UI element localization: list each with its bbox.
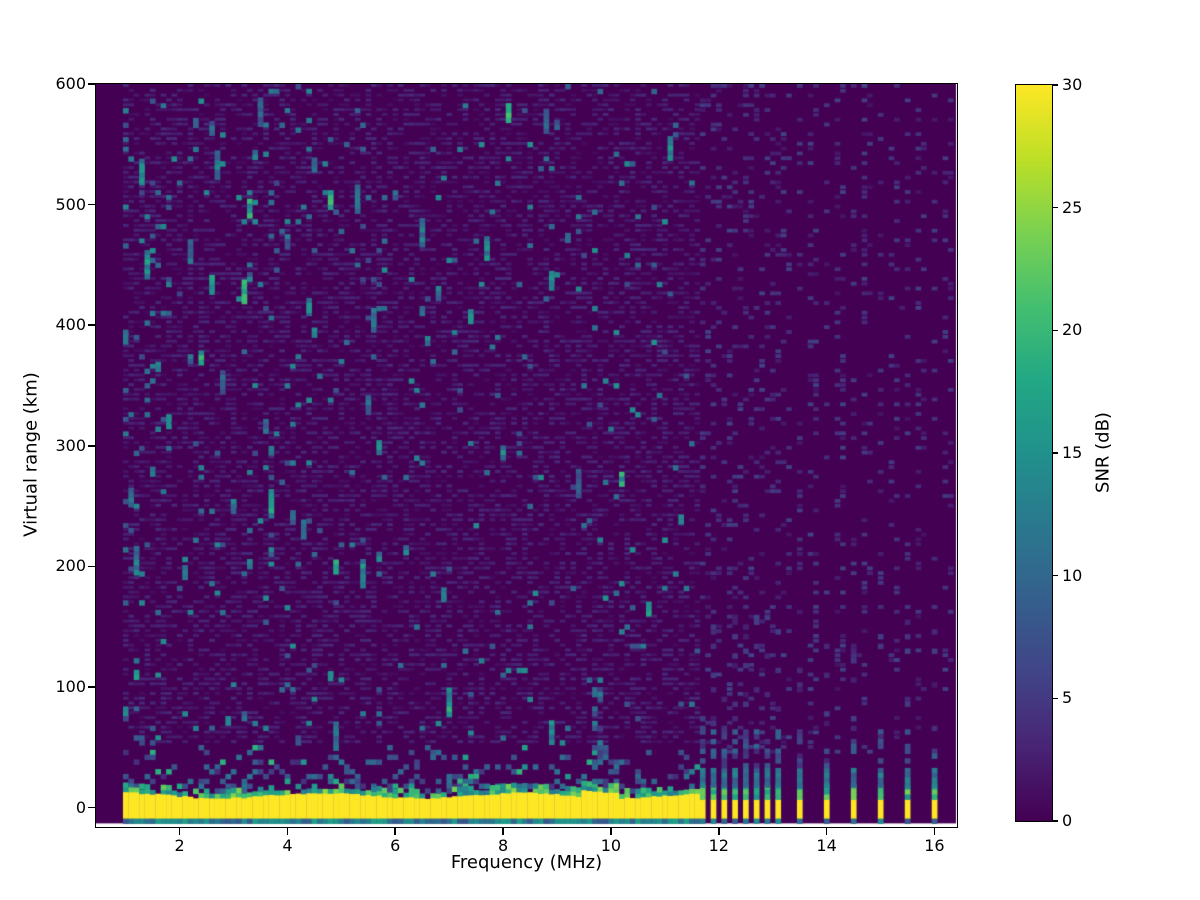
y-tick-label: 200	[55, 556, 86, 576]
y-tick-mark	[88, 565, 95, 568]
colorbar-tick-label: 5	[1062, 688, 1073, 708]
colorbar-tick-label: 10	[1062, 565, 1083, 585]
colorbar-frame	[1015, 84, 1053, 822]
y-tick-mark	[88, 806, 95, 809]
x-tick-mark	[178, 828, 181, 835]
y-tick-mark	[88, 83, 95, 85]
x-tick-mark	[718, 828, 720, 835]
colorbar-tick-mark	[1053, 820, 1058, 822]
colorbar-tick-mark	[1053, 574, 1058, 577]
y-tick-label: 500	[55, 194, 86, 214]
x-tick-mark	[394, 828, 396, 835]
colorbar-tick-label: 30	[1062, 75, 1083, 94]
colorbar-tick-mark	[1053, 84, 1058, 86]
colorbar-label: SNR (dB)	[1092, 412, 1114, 493]
x-tick-mark	[286, 828, 289, 835]
y-tick-label: 0	[75, 797, 86, 817]
y-axis-label: Virtual range (km)	[20, 372, 42, 537]
colorbar-tick-mark	[1053, 329, 1058, 332]
colorbar-tick-mark	[1053, 452, 1058, 454]
y-tick-mark	[88, 324, 95, 326]
y-tick-label: 100	[55, 677, 86, 697]
plot-frame	[95, 83, 958, 828]
x-tick-mark	[825, 828, 828, 835]
colorbar-tick-label: 0	[1062, 811, 1073, 830]
y-tick-mark	[88, 445, 95, 447]
y-tick-label: 600	[55, 74, 86, 93]
colorbar-tick-mark	[1053, 206, 1058, 209]
y-tick-mark	[88, 203, 95, 206]
x-tick-mark	[933, 828, 936, 835]
colorbar-tick-label: 20	[1062, 320, 1083, 340]
y-tick-label: 400	[55, 315, 86, 335]
y-tick-label: 300	[55, 435, 86, 455]
ionogram-figure: IRF Uppsala SDR Ionosonde UP158 2026-03-…	[0, 0, 1200, 900]
y-tick-mark	[88, 686, 95, 688]
x-tick-mark	[502, 828, 504, 835]
colorbar-tick-mark	[1053, 697, 1058, 700]
x-tick-mark	[610, 828, 612, 835]
colorbar-tick-label: 25	[1062, 197, 1083, 217]
x-axis-label: Frequency (MHz)	[450, 852, 603, 873]
